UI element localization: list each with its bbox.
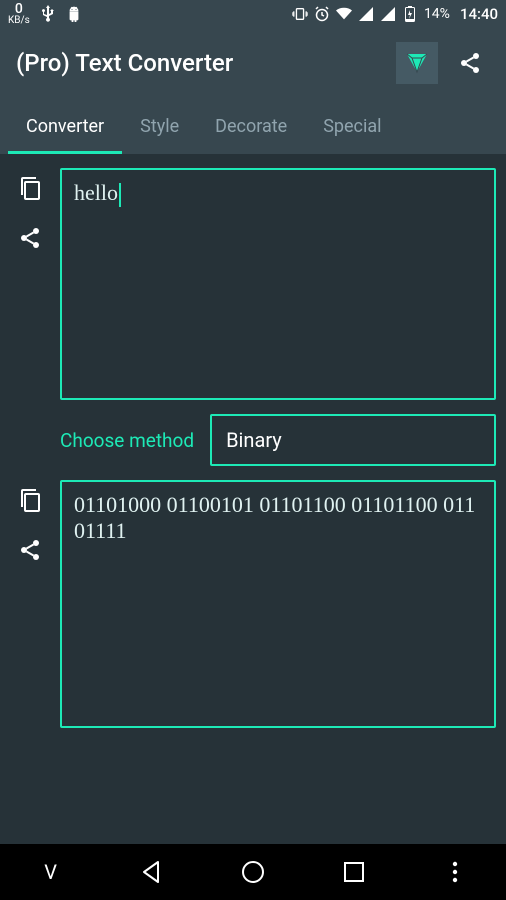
copy-icon bbox=[18, 487, 42, 513]
signal-1-icon bbox=[358, 6, 374, 22]
tab-decorate[interactable]: Decorate bbox=[197, 98, 305, 154]
tab-label: Special bbox=[323, 116, 381, 137]
tab-style[interactable]: Style bbox=[122, 98, 197, 154]
share-output-button[interactable] bbox=[14, 534, 46, 566]
input-actions bbox=[10, 168, 50, 400]
input-text: hello bbox=[74, 180, 118, 205]
input-row: hello bbox=[10, 168, 496, 400]
share-icon bbox=[18, 226, 42, 250]
output-row: 01101000 01100101 01101100 01101100 0110… bbox=[10, 480, 496, 728]
more-vert-icon bbox=[452, 861, 458, 883]
wifi-icon bbox=[336, 6, 352, 22]
android-icon bbox=[66, 6, 82, 22]
system-nav-bar: V bbox=[0, 844, 506, 900]
home-icon bbox=[240, 859, 266, 885]
tab-label: Converter bbox=[26, 116, 104, 137]
copy-icon bbox=[18, 175, 42, 201]
output-textbox[interactable]: 01101000 01100101 01101100 01101100 0110… bbox=[60, 480, 496, 728]
nav-recent-button[interactable] bbox=[324, 852, 384, 892]
nav-menu-button[interactable] bbox=[425, 852, 485, 892]
nav-back-button[interactable] bbox=[122, 852, 182, 892]
copy-input-button[interactable] bbox=[14, 172, 46, 204]
output-text: 01101000 01100101 01101100 01101100 0110… bbox=[74, 492, 475, 543]
recent-icon bbox=[343, 861, 365, 883]
net-speed: 0 KB/s bbox=[8, 2, 30, 26]
method-row: Choose method Binary bbox=[10, 414, 496, 466]
app-bar: (Pro) Text Converter bbox=[0, 28, 506, 98]
net-speed-value: 0 bbox=[15, 2, 23, 16]
status-right: 14% 14:40 bbox=[292, 5, 498, 23]
battery-pct: 14% bbox=[424, 6, 450, 22]
status-bar: 0 KB/s bbox=[0, 0, 506, 28]
nav-v-label: V bbox=[44, 860, 57, 884]
alarm-icon bbox=[314, 6, 330, 22]
share-icon bbox=[18, 538, 42, 562]
tab-bar: Converter Style Decorate Special bbox=[0, 98, 506, 154]
method-select[interactable]: Binary bbox=[210, 414, 496, 466]
nav-v-button[interactable]: V bbox=[21, 852, 81, 892]
tab-special[interactable]: Special bbox=[305, 98, 399, 154]
method-selected-value: Binary bbox=[226, 428, 282, 452]
input-textbox[interactable]: hello bbox=[60, 168, 496, 400]
net-speed-unit: KB/s bbox=[8, 16, 30, 26]
copy-output-button[interactable] bbox=[14, 484, 46, 516]
output-actions bbox=[10, 480, 50, 728]
share-icon bbox=[458, 51, 482, 75]
nav-home-button[interactable] bbox=[223, 852, 283, 892]
content-area: hello Choose method Binary bbox=[0, 154, 506, 844]
usb-icon bbox=[40, 6, 56, 22]
text-cursor bbox=[119, 183, 121, 207]
tab-label: Decorate bbox=[215, 116, 287, 137]
choose-method-label[interactable]: Choose method bbox=[60, 429, 194, 452]
back-icon bbox=[139, 859, 165, 885]
tab-label: Style bbox=[140, 116, 179, 137]
vibrate-icon bbox=[292, 6, 308, 22]
app-title: (Pro) Text Converter bbox=[16, 49, 384, 77]
status-left: 0 KB/s bbox=[8, 2, 82, 26]
tab-converter[interactable]: Converter bbox=[8, 98, 122, 154]
diamond-icon bbox=[403, 50, 431, 76]
battery-icon bbox=[402, 6, 418, 22]
app-logo-button[interactable] bbox=[396, 42, 438, 84]
clock: 14:40 bbox=[460, 5, 498, 23]
signal-2-icon bbox=[380, 6, 396, 22]
app-share-button[interactable] bbox=[450, 43, 490, 83]
share-input-button[interactable] bbox=[14, 222, 46, 254]
